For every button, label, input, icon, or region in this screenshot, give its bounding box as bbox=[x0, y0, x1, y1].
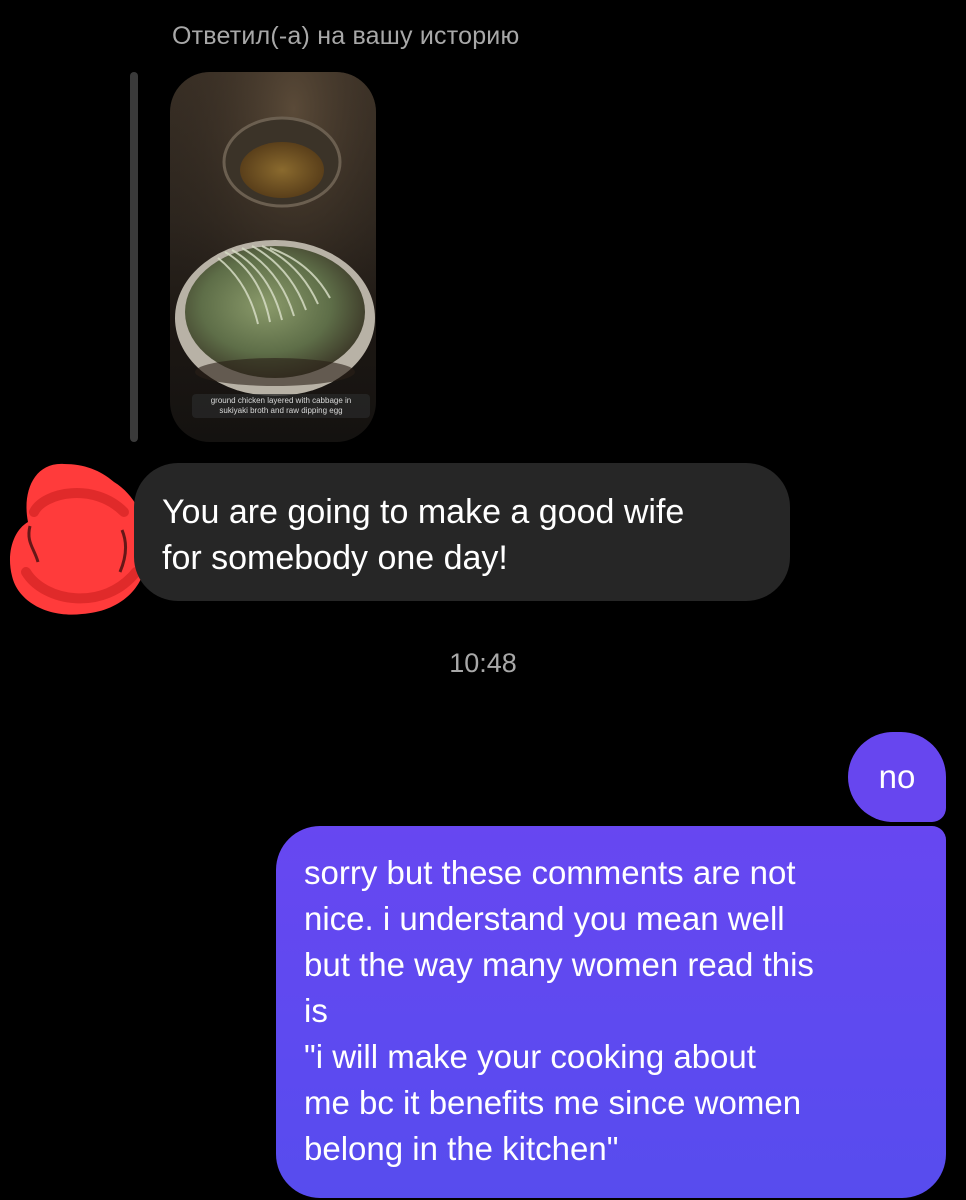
quote-bar bbox=[130, 72, 138, 442]
incoming-message-line: You are going to make a good wife bbox=[162, 493, 685, 531]
outgoing-message-line: is bbox=[304, 992, 328, 1029]
outgoing-message-line: nice. i understand you mean well bbox=[304, 900, 785, 937]
outgoing-message-line: but the way many women read this bbox=[304, 946, 814, 983]
outgoing-message-line: belong in the kitchen" bbox=[304, 1130, 619, 1167]
outgoing-message-line: sorry but these comments are not bbox=[304, 854, 796, 891]
outgoing-message-bubble[interactable]: sorry but these comments are not nice. i… bbox=[276, 826, 946, 1198]
avatar-redacted-scribble bbox=[9, 463, 148, 615]
outgoing-message-line: me bc it benefits me since women bbox=[304, 1084, 802, 1121]
incoming-message-bubble[interactable]: You are going to make a good wife for so… bbox=[134, 463, 790, 601]
incoming-message-line: for somebody one day! bbox=[162, 539, 508, 577]
story-thumbnail[interactable]: ground chicken layered with cabbage in s… bbox=[170, 72, 376, 442]
outgoing-message-line: "i will make your cooking about bbox=[304, 1038, 756, 1075]
message-timestamp: 10:48 bbox=[449, 648, 517, 678]
story-food-image bbox=[170, 72, 376, 442]
reply-header: Ответил(-а) на вашу историю bbox=[172, 22, 520, 50]
outgoing-message-bubble-short[interactable]: no bbox=[848, 732, 946, 822]
story-caption: ground chicken layered with cabbage in s… bbox=[192, 394, 370, 418]
